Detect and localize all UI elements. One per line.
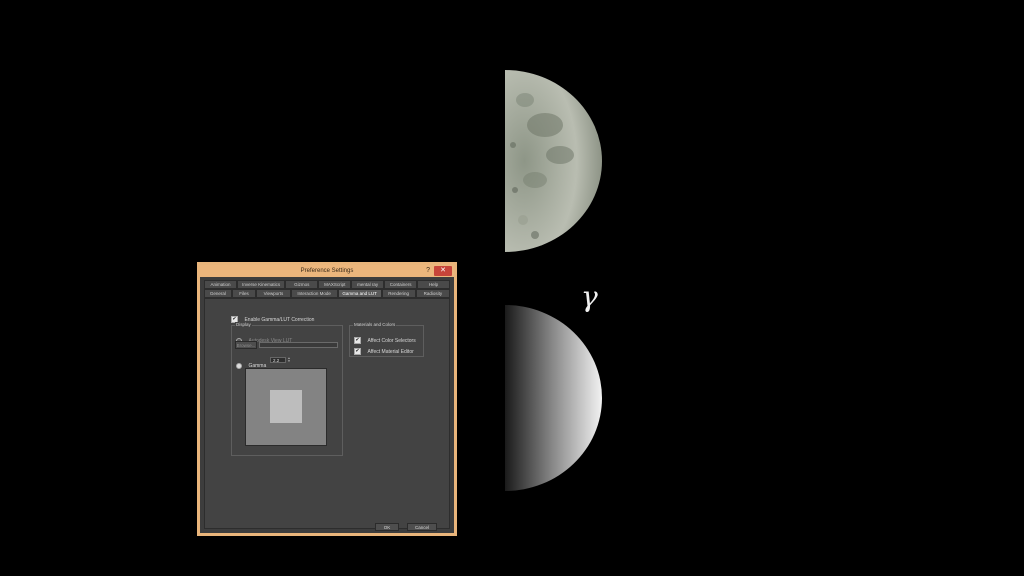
tab-gizmos[interactable]: Gizmos — [285, 280, 319, 289]
tab-viewports[interactable]: Viewports — [256, 289, 291, 298]
gradient-hemisphere — [505, 305, 602, 491]
tab-animation[interactable]: Animation — [204, 280, 237, 289]
help-icon[interactable]: ? — [426, 265, 430, 277]
tab-radiosity[interactable]: Radiosity — [415, 289, 450, 298]
tab-rendering[interactable]: Rendering — [381, 289, 416, 298]
dialog-title: Preference Settings — [300, 268, 354, 274]
cancel-button[interactable]: Cancel — [407, 523, 437, 531]
tab-row-2: General Files Viewports Interaction Mode… — [204, 289, 450, 298]
affect-material-editor-row[interactable]: ✔ Affect Material Editor — [354, 343, 414, 361]
gamma-value-spinner[interactable]: 2.2 — [270, 357, 286, 363]
tab-interaction-mode[interactable]: Interaction Mode — [290, 289, 338, 298]
affect-material-editor-checkbox[interactable]: ✔ — [354, 348, 361, 356]
gamma-lut-panel: ✔ Enable Gamma/LUT Correction Display Au… — [204, 298, 450, 531]
tab-files[interactable]: Files — [231, 289, 257, 298]
gamma-preview — [245, 368, 327, 446]
tab-help[interactable]: Help — [417, 280, 451, 289]
lut-path-field[interactable] — [259, 342, 338, 348]
close-button[interactable]: ✕ — [434, 266, 452, 276]
tab-inverse-kinematics[interactable]: Inverse Kinematics — [236, 280, 286, 289]
enable-correction-label: Enable Gamma/LUT Correction — [244, 316, 315, 323]
spinner-arrows-icon[interactable]: ▲ ▼ — [287, 357, 291, 363]
tab-mental-ray[interactable]: mental ray — [351, 280, 385, 289]
affect-material-editor-label: Affect Material Editor — [367, 348, 414, 355]
tab-maxscript[interactable]: MAXScript — [318, 280, 352, 289]
title-bar: Preference Settings ? ✕ — [200, 265, 454, 277]
tab-row-1: Animation Inverse Kinematics Gizmos MAXS… — [204, 280, 451, 289]
browse-button[interactable]: Browse... — [235, 341, 257, 349]
gamma-preview-inner — [270, 390, 302, 423]
display-legend: Display — [235, 322, 252, 328]
tab-general[interactable]: General — [204, 289, 232, 298]
tab-gamma-and-lut[interactable]: Gamma and LUT — [337, 289, 382, 298]
ok-button[interactable]: OK — [375, 523, 399, 531]
display-group: Display Autodesk View LUT Browse... Gamm… — [231, 322, 343, 456]
materials-group: Materials and Colors ✔ Affect Color Sele… — [349, 322, 424, 357]
tab-containers[interactable]: Containers — [384, 280, 418, 289]
gamma-radio[interactable] — [236, 362, 242, 369]
materials-legend: Materials and Colors — [353, 322, 397, 328]
moon-image — [505, 70, 602, 252]
preference-settings-dialog: Preference Settings ? ✕ Animation Invers… — [197, 262, 457, 536]
gamma-symbol: γ — [581, 280, 598, 313]
